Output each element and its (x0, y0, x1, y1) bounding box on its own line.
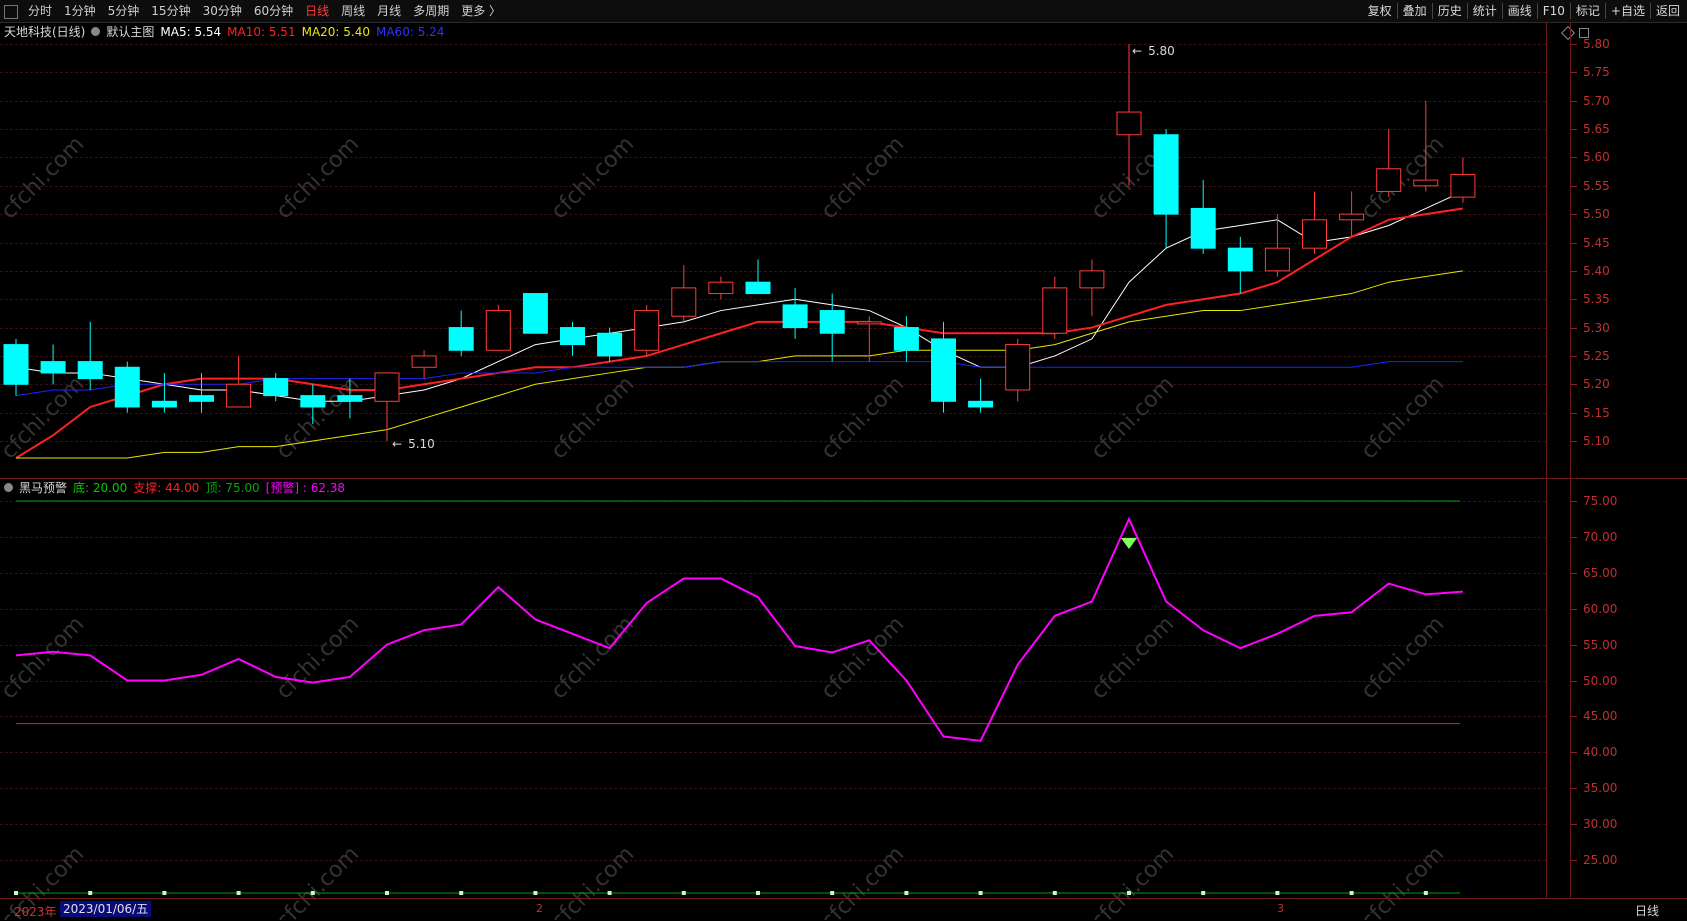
watermark-text: cfchi.com (817, 372, 910, 465)
warn-marker-icon (1121, 537, 1137, 549)
watermark-text: cfchi.com (272, 132, 365, 225)
low-annotation: ← 5.10 (392, 436, 435, 452)
ma-line-ma10 (15, 207, 1464, 459)
bottom-marker (904, 891, 909, 895)
bottom-marker (1201, 891, 1206, 895)
bottom-marker (533, 891, 538, 895)
bottom-marker (385, 891, 389, 895)
candle-body (745, 281, 771, 295)
high-annotation: ← 5.80 (1132, 43, 1175, 59)
bottom-marker (607, 891, 612, 895)
candle-body (708, 281, 734, 295)
candle-body (411, 355, 437, 368)
candle-body (1153, 134, 1179, 215)
candle-body (968, 400, 994, 408)
year-label: 2023年 (14, 905, 57, 919)
candle-body (1339, 213, 1365, 221)
bottom-marker (756, 891, 760, 895)
bottom-marker (681, 891, 686, 895)
candle-body (782, 304, 808, 329)
candle-body (560, 327, 585, 346)
candle-body (1450, 173, 1476, 198)
low-value: 5.10 (408, 437, 435, 451)
candle-body (77, 361, 103, 380)
chart-canvas[interactable]: cfchi.com cfchi.com cfchi.com cfchi.com cfch… (0, 0, 1687, 920)
candle-body (40, 361, 66, 374)
candle-body (1079, 270, 1105, 289)
candle-body (337, 395, 363, 402)
candle-body (374, 372, 400, 402)
watermark-text: cfchi.com (1357, 372, 1450, 465)
bottom-marker (162, 891, 167, 895)
candle-body (1042, 287, 1068, 334)
high-value: 5.80 (1148, 44, 1175, 58)
bottom-marker (1275, 891, 1280, 895)
candle-body (263, 378, 289, 397)
bottom-marker (830, 891, 835, 895)
period-label[interactable]: 日线 (1635, 902, 1659, 919)
date-axis: 2023年 2023/01/06/五 2 3 日线 (0, 898, 1687, 921)
watermark-text: cfchi.com (817, 132, 910, 225)
candle-body (1190, 207, 1216, 249)
watermark-text: cfchi.com (547, 372, 640, 465)
high-arrow-icon: ← (1132, 44, 1143, 58)
month-tick-feb: 2 (536, 902, 543, 915)
month-tick-mar: 3 (1277, 902, 1284, 915)
candle-body (3, 344, 29, 385)
watermark-text: cfchi.com (547, 612, 640, 705)
candle-body (448, 327, 474, 351)
candle-body (1116, 111, 1142, 136)
watermark-text: cfchi.com (272, 612, 365, 705)
bottom-marker (1127, 891, 1131, 895)
low-arrow-icon: ← (392, 437, 403, 451)
candle-body (671, 287, 697, 317)
candle-body (522, 293, 548, 334)
bottom-marker (1423, 891, 1428, 895)
bottom-marker (978, 891, 983, 895)
candle-body (485, 310, 511, 351)
ma-line-ma20 (16, 270, 1463, 459)
candle-body (1264, 247, 1290, 272)
bottom-marker (459, 891, 464, 895)
candle-body (1227, 247, 1253, 272)
watermark-text: cfchi.com (1087, 612, 1180, 705)
bottom-marker (1052, 891, 1057, 895)
bottom-marker (310, 891, 315, 895)
candle-body (597, 332, 623, 357)
bottom-marker (1349, 891, 1354, 895)
ma-line-ma5 (15, 191, 1464, 402)
watermark-text: cfchi.com (1357, 132, 1450, 225)
candle-body (856, 321, 882, 325)
watermark-text: cfchi.com (817, 612, 910, 705)
candle-body (1376, 168, 1402, 192)
candle-body (1302, 219, 1327, 249)
candle-body (634, 310, 660, 351)
bottom-marker (14, 891, 18, 895)
watermark-text: cfchi.com (1087, 372, 1180, 465)
bottom-marker (88, 891, 93, 895)
watermark-text: cfchi.com (547, 132, 640, 225)
candle-body (226, 383, 252, 408)
candle-body (893, 327, 919, 351)
candle-body (300, 395, 326, 408)
bottom-marker (236, 891, 241, 895)
watermark-text: cfchi.com (1357, 612, 1450, 705)
indicator-line (15, 516, 1463, 742)
candle-body (931, 338, 956, 402)
watermark-text: cfchi.com (0, 612, 89, 705)
candle-body (151, 400, 177, 408)
selected-date: 2023/01/06/五 (60, 901, 152, 917)
candle-body (1413, 179, 1439, 187)
candle-body (114, 366, 140, 408)
candle-body (819, 310, 845, 334)
watermark-text: cfchi.com (0, 132, 89, 225)
candle-body (1005, 344, 1031, 391)
candle-body (189, 395, 214, 402)
